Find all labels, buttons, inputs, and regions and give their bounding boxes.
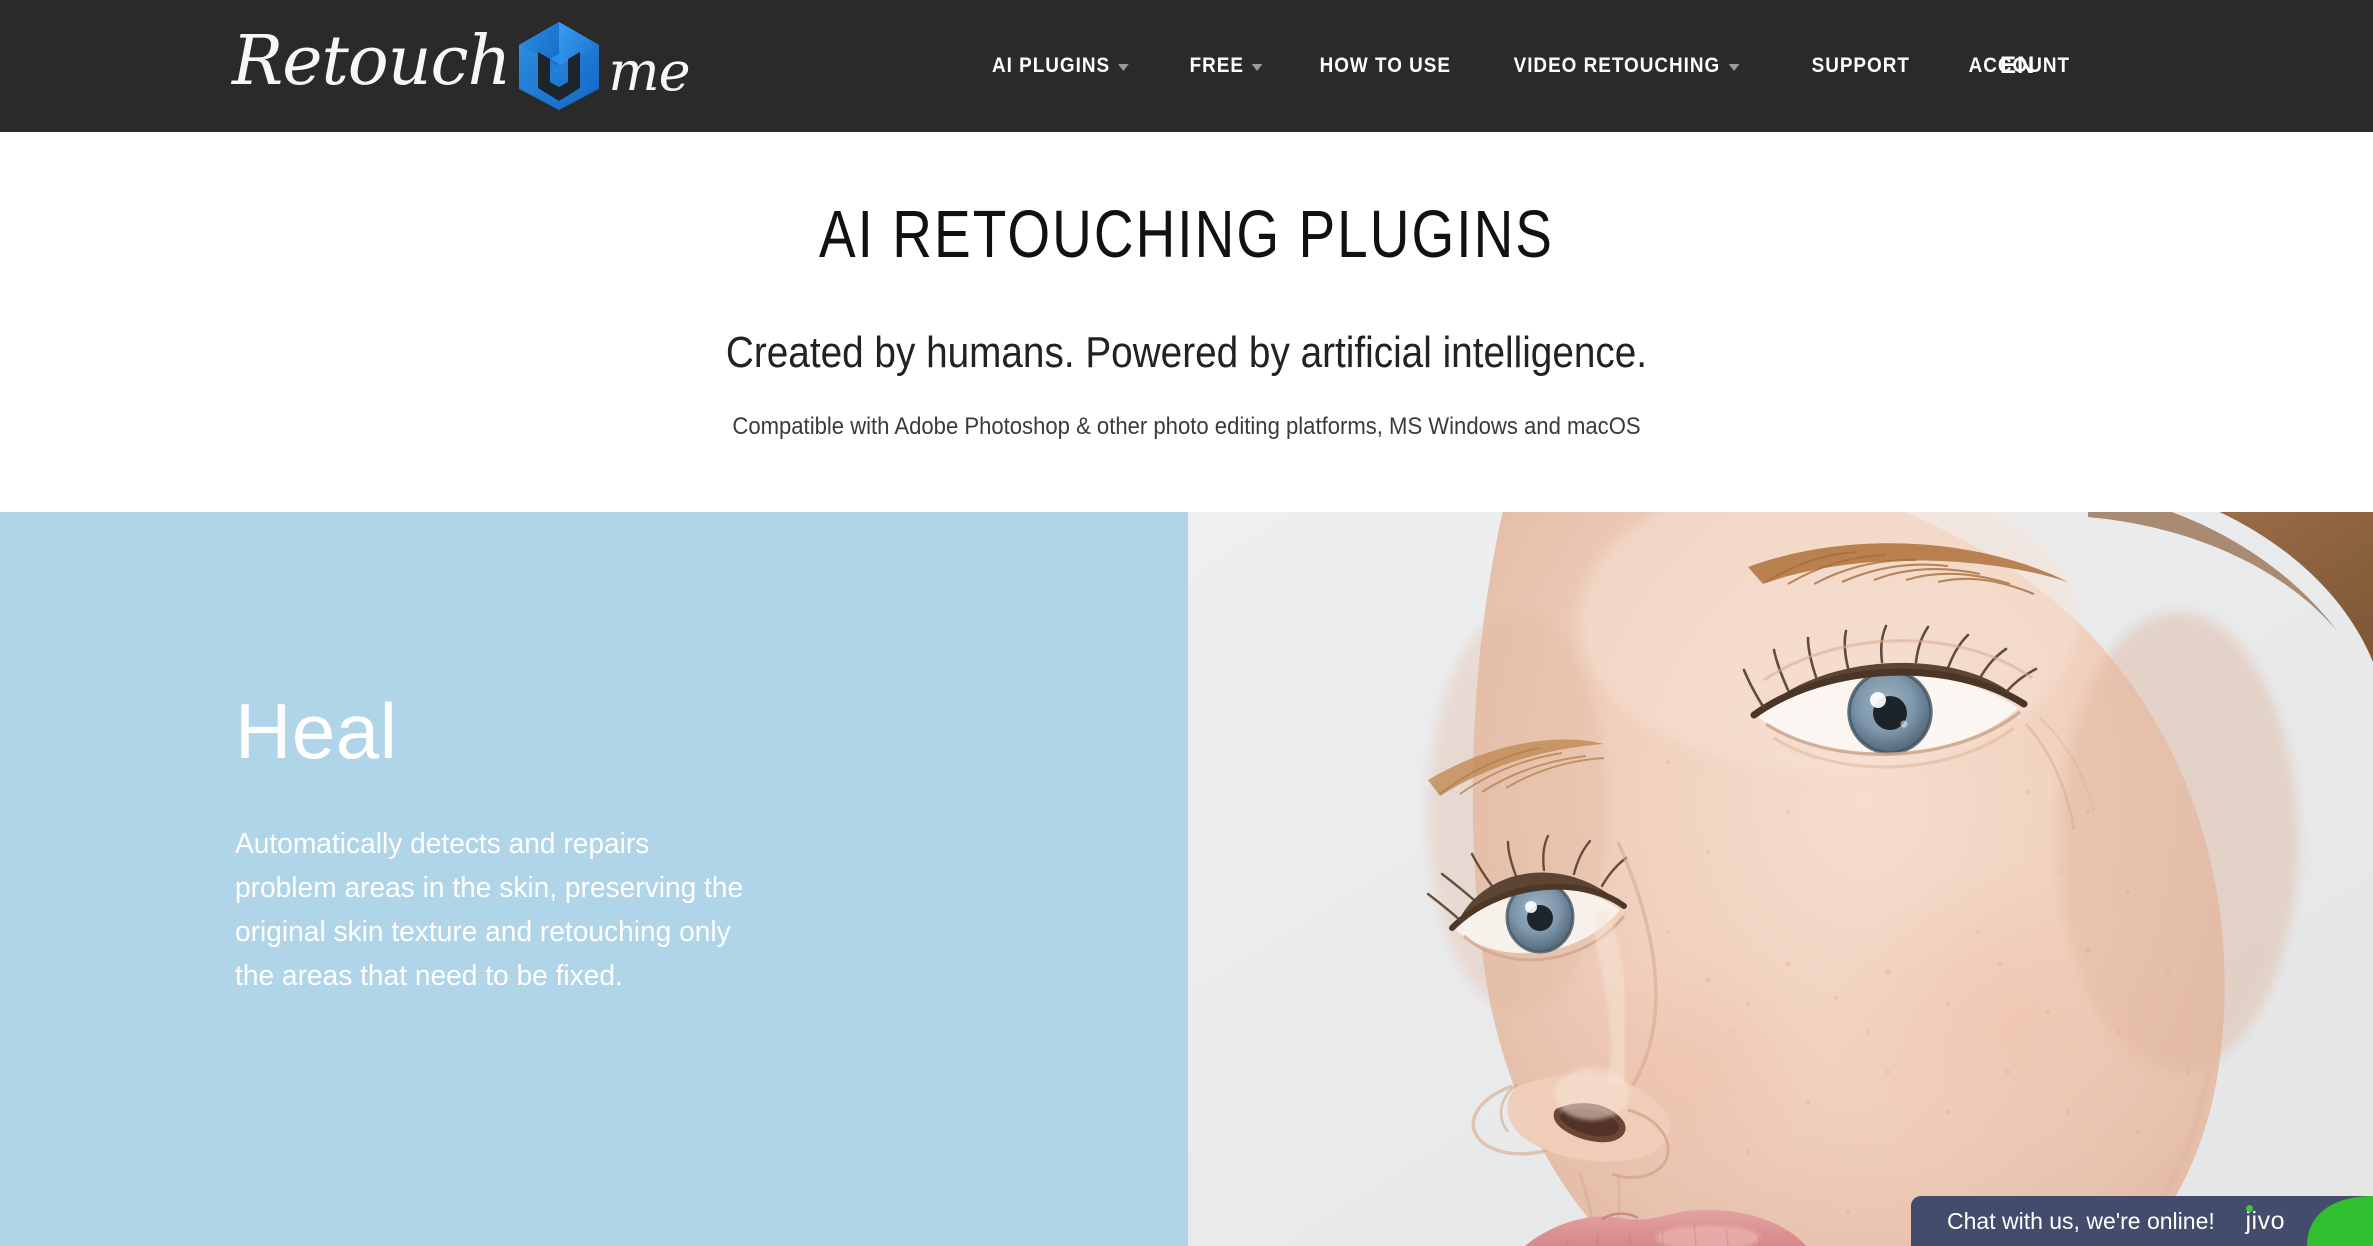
slide-title: Heal (235, 687, 398, 775)
slide-description: Automatically detects and repairs proble… (235, 828, 744, 993)
logo-wordmark-tail: me (608, 40, 690, 103)
hero-subtitle: Created by humans. Powered by artificial… (725, 328, 1648, 377)
nav-item-ai-plugins[interactable]: AI PLUGINS (992, 0, 1151, 132)
chevron-down-icon (1727, 64, 1739, 71)
nav-label: HOW TO USE (1319, 54, 1451, 77)
language-selector[interactable]: EN (2000, 52, 2035, 80)
page-title: AI RETOUCHING PLUGINS (818, 197, 1555, 272)
jivo-logo: jivo (2245, 1204, 2285, 1236)
nav-item-support[interactable]: SUPPORT (1790, 0, 1931, 132)
chat-widget[interactable]: Chat with us, we're online! jivo (1911, 1196, 2373, 1246)
page-root: Retouch me AI PLUGINS FREE HOW TO USE VI… (0, 0, 2373, 1246)
hero-slider: Heal Automatically detects and repairs p… (0, 512, 2373, 1246)
slide-text-panel: Heal Automatically detects and repairs p… (0, 512, 1188, 1246)
cube-logo-icon (519, 22, 600, 110)
hero-intro-section: AI RETOUCHING PLUGINS Created by humans.… (0, 132, 2373, 512)
nav-label: AI PLUGINS (992, 54, 1111, 77)
chevron-down-icon (1118, 64, 1129, 71)
chevron-down-icon (1252, 64, 1264, 71)
nav-item-how-to-use[interactable]: HOW TO USE (1298, 0, 1473, 132)
logo-wordmark-main: Retouch (232, 22, 511, 101)
nav-label: VIDEO RETOUCHING (1513, 54, 1720, 77)
main-navigation: AI PLUGINS FREE HOW TO USE VIDEO RETOUCH… (992, 0, 2108, 132)
chat-message: Chat with us, we're online! (1947, 1207, 2215, 1234)
slide-photo (1188, 512, 2373, 1246)
nav-item-free[interactable]: FREE (1168, 0, 1284, 132)
hero-compatibility-note: Compatible with Adobe Photoshop & other … (732, 413, 1641, 440)
site-logo[interactable]: Retouch me (232, 20, 691, 112)
leaf-icon (2289, 1196, 2373, 1246)
nav-label: FREE (1189, 54, 1245, 77)
nav-item-video-retouching[interactable]: VIDEO RETOUCHING (1492, 0, 1761, 132)
model-portrait-image (1188, 512, 2373, 1246)
nav-label: SUPPORT (1811, 54, 1911, 77)
site-header: Retouch me AI PLUGINS FREE HOW TO USE VI… (0, 0, 2373, 132)
